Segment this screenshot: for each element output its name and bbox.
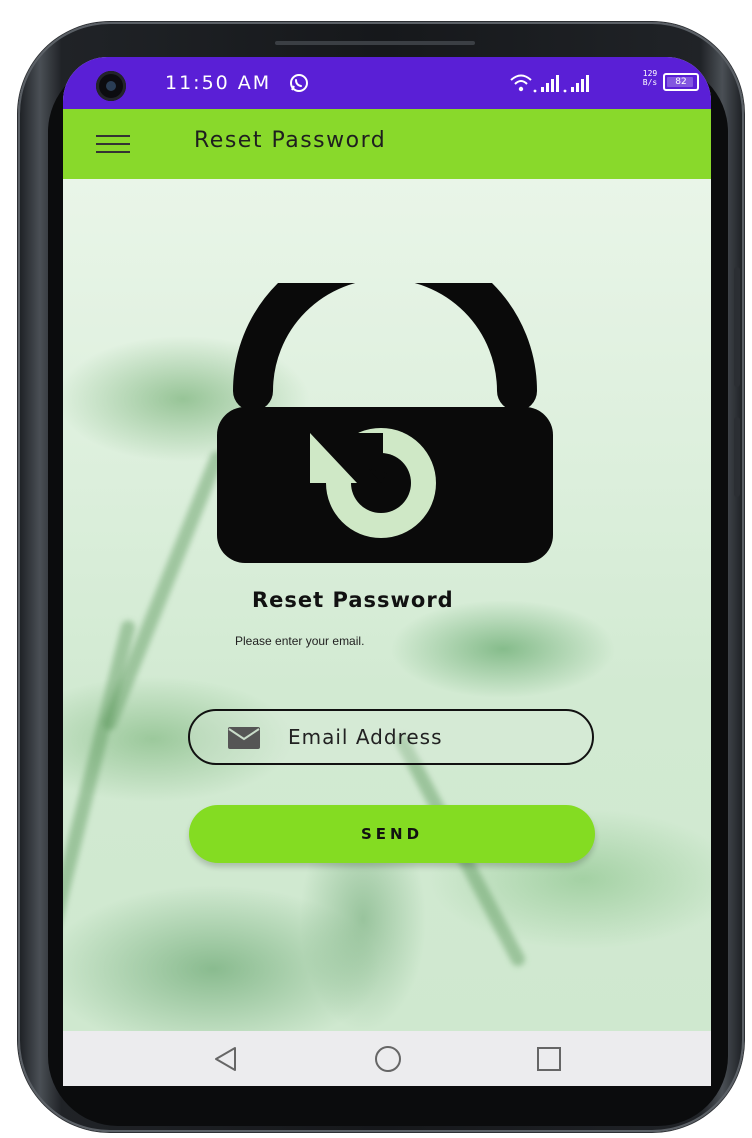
network-speed-unit: B/s (642, 78, 658, 87)
send-button[interactable]: SEND (189, 805, 595, 863)
whatsapp-icon (290, 74, 308, 92)
hamburger-menu-icon[interactable] (96, 135, 130, 153)
system-nav-bar (63, 1031, 711, 1086)
home-icon[interactable] (374, 1045, 402, 1073)
screenshot-frame: 11:50 AM 129 B/s 82 Reset Password Reset… (0, 0, 752, 1138)
instruction-text: Please enter your email. (235, 634, 365, 648)
earpiece-speaker (275, 41, 475, 45)
volume-button (734, 267, 740, 387)
app-bar: Reset Password (63, 109, 711, 179)
network-speed-value: 129 (642, 69, 658, 78)
app-bar-title: Reset Password (194, 128, 387, 153)
battery-icon: 82 (663, 73, 699, 91)
main-content: Reset Password Please enter your email. … (63, 179, 711, 1031)
status-time: 11:50 AM (165, 72, 272, 94)
email-input[interactable] (288, 721, 578, 753)
email-field[interactable] (188, 709, 594, 765)
phone-screen: 11:50 AM 129 B/s 82 Reset Password Reset… (63, 57, 711, 1086)
back-icon[interactable] (211, 1045, 239, 1073)
power-button (734, 417, 740, 497)
status-bar: 11:50 AM 129 B/s 82 (63, 57, 711, 109)
battery-level: 82 (675, 77, 687, 87)
signal-icon (510, 74, 589, 93)
network-speed: 129 B/s (639, 69, 661, 87)
wifi-icon (510, 74, 537, 93)
lock-reset-icon (217, 283, 553, 563)
mail-icon (228, 727, 260, 749)
camera-icon (96, 71, 126, 101)
recents-icon[interactable] (535, 1045, 563, 1073)
page-heading: Reset Password (252, 588, 454, 612)
